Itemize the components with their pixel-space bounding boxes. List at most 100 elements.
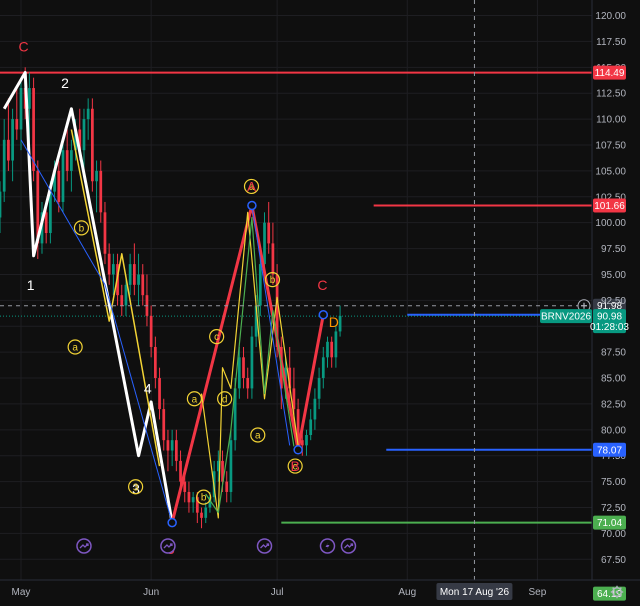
candle-down bbox=[141, 274, 145, 296]
pivot-dot bbox=[318, 310, 329, 320]
candle-down bbox=[267, 222, 271, 244]
candle-down bbox=[158, 378, 161, 410]
candle-up bbox=[28, 88, 31, 109]
time-tick-label: Jul bbox=[271, 587, 284, 598]
candle-down bbox=[65, 150, 69, 171]
candle-up bbox=[258, 264, 262, 306]
candle-up bbox=[313, 398, 317, 420]
level-price-tag: 114.49 bbox=[595, 68, 625, 79]
candle-up bbox=[0, 191, 2, 218]
gear-icon[interactable] bbox=[610, 585, 624, 599]
candle-down bbox=[162, 409, 166, 441]
candle-down bbox=[271, 243, 275, 275]
time-tick-label: Sep bbox=[529, 587, 547, 598]
price-tick-label: 117.50 bbox=[596, 37, 626, 48]
wave-label: 1 bbox=[27, 277, 35, 293]
candle-down bbox=[99, 170, 103, 213]
candle-down bbox=[166, 440, 170, 451]
candle-up bbox=[317, 378, 321, 399]
candle-up bbox=[250, 336, 254, 389]
flash-event-icon[interactable] bbox=[319, 538, 336, 554]
candle-up bbox=[305, 435, 308, 446]
price-tick-label: 120.00 bbox=[595, 11, 626, 22]
candle-up bbox=[326, 341, 329, 358]
candle-up bbox=[128, 264, 132, 285]
candle-down bbox=[7, 139, 10, 161]
price-tick-label: 110.00 bbox=[596, 115, 626, 126]
candle-down bbox=[183, 481, 187, 492]
wave-label: a bbox=[72, 342, 78, 353]
wave-label: b bbox=[201, 493, 207, 504]
candle-up bbox=[229, 440, 233, 492]
price-chart[interactable]: C12345ba3abcdaAbacBCD 91.98 120.00117.50… bbox=[0, 0, 640, 606]
wave-label: 2 bbox=[61, 75, 69, 91]
wave-label: A bbox=[247, 178, 257, 194]
extra-price-tag: 64.19 bbox=[597, 589, 622, 600]
candle-up bbox=[124, 284, 128, 306]
price-tick-label: 97.50 bbox=[601, 244, 626, 255]
price-tick-label: 87.50 bbox=[601, 348, 626, 359]
wave-label: C bbox=[18, 39, 28, 55]
last-price-label: 90.98 bbox=[597, 312, 622, 323]
candle-down bbox=[242, 357, 245, 379]
candle-up bbox=[263, 222, 266, 265]
candle-up bbox=[338, 315, 342, 332]
wave-label: B bbox=[290, 458, 299, 474]
wave-label: 3 bbox=[133, 482, 139, 493]
candle-down bbox=[44, 212, 48, 234]
pivot-dot bbox=[293, 445, 303, 455]
candle-up bbox=[309, 419, 313, 435]
candle-down bbox=[15, 119, 19, 130]
price-tick-label: 72.50 bbox=[601, 503, 626, 514]
price-tick-label: 85.00 bbox=[601, 374, 626, 385]
candle-down bbox=[153, 346, 157, 379]
wave-label: b bbox=[270, 275, 276, 286]
candle-up bbox=[95, 170, 98, 182]
price-tick-label: 107.50 bbox=[595, 141, 626, 152]
dividend-event-icon[interactable] bbox=[340, 538, 357, 554]
candle-up bbox=[170, 440, 174, 451]
candle-up bbox=[11, 119, 14, 161]
wave-label: C bbox=[317, 277, 327, 293]
candle-up bbox=[111, 264, 115, 275]
candle-down bbox=[91, 108, 94, 182]
candle-up bbox=[237, 357, 241, 389]
candle-down bbox=[246, 378, 250, 389]
level-price-tag: 101.66 bbox=[594, 201, 625, 212]
wave-label: a bbox=[192, 394, 198, 405]
candle-down bbox=[174, 440, 178, 461]
price-tick-label: 92.50 bbox=[601, 296, 626, 307]
wave-label: d bbox=[222, 394, 228, 405]
wave-label: 4 bbox=[144, 380, 152, 396]
candle-down bbox=[103, 212, 107, 254]
countdown-label: 01:28:03 bbox=[590, 322, 629, 333]
dividend-event-icon[interactable] bbox=[160, 538, 176, 554]
candle-down bbox=[330, 341, 334, 358]
candle-down bbox=[32, 88, 35, 171]
candle-down bbox=[200, 512, 203, 518]
dividend-event-icon[interactable] bbox=[76, 538, 92, 554]
price-tick-label: 70.00 bbox=[601, 529, 626, 540]
price-tick-label: 75.00 bbox=[601, 477, 626, 488]
price-tick-label: 95.00 bbox=[601, 270, 626, 281]
candle-down bbox=[120, 295, 124, 306]
candle-down bbox=[225, 481, 229, 492]
candle-up bbox=[61, 150, 65, 202]
candle-up bbox=[321, 357, 325, 379]
wave-label: D bbox=[329, 314, 339, 330]
candle-up bbox=[70, 150, 73, 171]
candle-down bbox=[107, 253, 111, 275]
candle-down bbox=[187, 491, 191, 503]
price-tick-label: 105.00 bbox=[595, 166, 626, 177]
pivot-dot bbox=[167, 517, 177, 528]
price-tick-label: 100.00 bbox=[595, 218, 626, 229]
time-tick-label: Aug bbox=[398, 587, 416, 598]
price-tick-label: 112.50 bbox=[596, 89, 626, 100]
price-tick-label: 80.00 bbox=[601, 425, 626, 436]
level-price-tag: 78.07 bbox=[597, 445, 622, 456]
candle-up bbox=[82, 119, 86, 151]
dividend-event-icon[interactable] bbox=[256, 538, 273, 554]
time-tick-label: May bbox=[12, 587, 31, 598]
candle-up bbox=[204, 507, 208, 518]
price-tick-label: 82.50 bbox=[601, 399, 626, 410]
